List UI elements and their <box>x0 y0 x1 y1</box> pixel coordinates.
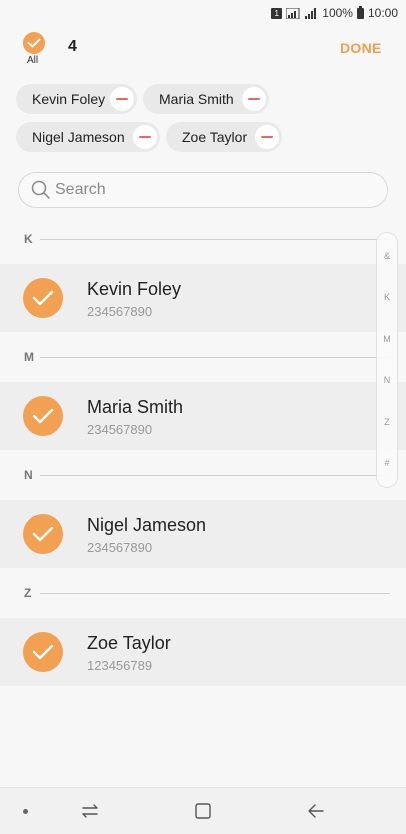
selected-chip: Zoe Taylor <box>166 122 282 152</box>
minus-icon <box>139 136 151 138</box>
select-all-label: All <box>27 55 39 66</box>
selected-chip: Maria Smith <box>143 84 269 114</box>
index-letter[interactable]: K <box>377 292 397 302</box>
section-header: K <box>0 229 406 249</box>
recents-icon[interactable] <box>80 802 100 820</box>
search-input[interactable] <box>55 181 355 199</box>
index-letter[interactable]: N <box>377 375 397 385</box>
contact-name: Nigel Jameson <box>87 515 207 535</box>
index-letter[interactable]: & <box>377 251 397 261</box>
section-letter: Z <box>24 586 32 600</box>
sim-icon: 1 <box>271 7 283 19</box>
section-header: N <box>0 465 406 485</box>
contact-name: Kevin Foley <box>87 279 182 299</box>
checkmark-icon <box>32 644 54 660</box>
section-divider <box>40 475 390 476</box>
contact-checkbox[interactable] <box>23 632 63 672</box>
wifi-signal-icon <box>286 7 300 19</box>
clock: 10:00 <box>367 6 398 20</box>
chip-remove-button[interactable] <box>133 125 157 149</box>
minus-icon <box>248 98 260 100</box>
chip-label: Nigel Jameson <box>32 129 125 145</box>
select-all-checkbox[interactable] <box>23 32 45 54</box>
search-bar[interactable] <box>18 172 388 208</box>
contact-phone: 234567890 <box>87 540 153 555</box>
minus-icon <box>261 136 273 138</box>
checkmark-icon <box>27 38 41 48</box>
selected-count: 4 <box>68 38 77 55</box>
contact-checkbox[interactable] <box>23 514 63 554</box>
chip-label: Kevin Foley <box>32 91 106 107</box>
contact-phone: 234567890 <box>87 304 153 319</box>
chip-remove-button[interactable] <box>255 125 279 149</box>
battery-icon <box>356 5 364 19</box>
section-letter: N <box>24 468 33 482</box>
dot-icon[interactable] <box>23 809 28 814</box>
section-header: Z <box>0 583 406 603</box>
navigation-bar <box>0 787 406 834</box>
section-divider <box>40 593 390 594</box>
contact-row[interactable]: Kevin Foley 234567890 <box>0 264 406 332</box>
contact-checkbox[interactable] <box>23 396 63 436</box>
contact-checkbox[interactable] <box>23 278 63 318</box>
checkmark-icon <box>32 526 54 542</box>
section-divider <box>40 239 390 240</box>
index-letter[interactable]: # <box>377 458 397 468</box>
contact-phone: 234567890 <box>87 422 153 437</box>
section-divider <box>40 357 390 358</box>
index-letter[interactable]: M <box>377 334 397 344</box>
section-letter: M <box>24 350 34 364</box>
selected-chip: Nigel Jameson <box>16 122 160 152</box>
contact-row[interactable]: Nigel Jameson 234567890 <box>0 500 406 568</box>
selected-chip: Kevin Foley <box>16 84 137 114</box>
index-letter[interactable]: Z <box>377 417 397 427</box>
home-icon[interactable] <box>194 802 212 820</box>
back-icon[interactable] <box>306 802 326 820</box>
section-header: M <box>0 347 406 367</box>
index-scroller[interactable]: & K M N Z # <box>376 232 398 488</box>
status-bar: 1 100% 10:00 <box>0 0 406 26</box>
chip-label: Maria Smith <box>159 91 234 107</box>
contact-phone: 123456789 <box>87 658 153 673</box>
checkmark-icon <box>32 408 54 424</box>
contact-row[interactable]: Zoe Taylor 123456789 <box>0 618 406 686</box>
contact-row[interactable]: Maria Smith 234567890 <box>0 382 406 450</box>
cell-signal-icon <box>305 7 317 19</box>
done-button[interactable]: DONE <box>340 40 382 56</box>
chip-remove-button[interactable] <box>110 87 134 111</box>
contact-name: Zoe Taylor <box>87 633 171 653</box>
contact-name: Maria Smith <box>87 397 184 417</box>
minus-icon <box>116 98 128 100</box>
section-letter: K <box>24 232 33 246</box>
checkmark-icon <box>32 290 54 306</box>
battery-percent: 100% <box>322 6 353 20</box>
search-icon <box>31 180 50 199</box>
chip-remove-button[interactable] <box>242 87 266 111</box>
chip-label: Zoe Taylor <box>182 129 248 145</box>
